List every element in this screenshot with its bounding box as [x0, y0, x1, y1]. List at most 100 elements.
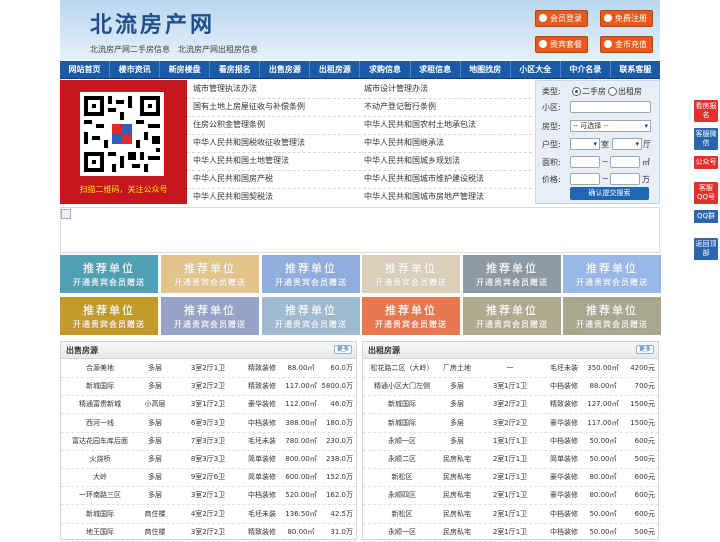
nav-sale[interactable]: 出售房源: [260, 61, 311, 78]
site-logo[interactable]: 北流房产网: [90, 7, 215, 39]
listing-community[interactable]: 新城国际: [369, 399, 435, 409]
listing-community[interactable]: 火烧桥: [67, 454, 133, 464]
login-button[interactable]: 会员登录: [535, 10, 588, 27]
law-link[interactable]: 中华人民共和国继承法: [364, 137, 444, 148]
listing-row[interactable]: 新城国际 多层 3室2厅2卫 精致装修 127.00㎡ 1500元: [363, 395, 658, 415]
law-link[interactable]: 住房公积金管理条例: [193, 119, 265, 130]
community-input[interactable]: [570, 101, 651, 113]
listing-row[interactable]: 西河一线 多层 6室3厅3卫 中档装修 388.00㎡ 180.0万: [61, 414, 356, 433]
listing-community[interactable]: 松花路二区（大岭）: [369, 363, 435, 373]
ad-tile[interactable]: 推荐单位 开通贵宾会员赠送: [563, 297, 661, 335]
register-button[interactable]: 免费注册: [600, 10, 653, 27]
rent-more-button[interactable]: 更多: [635, 345, 654, 354]
nav-map[interactable]: 地图找房: [461, 61, 511, 78]
listing-row[interactable]: 大岭 多层 9室2厅6卫 简单装修 600.00㎡ 152.0万: [61, 468, 356, 488]
law-link[interactable]: 中华人民共和国城市房地产管理法: [364, 191, 484, 202]
vip-package-button[interactable]: 贵宾套餐: [535, 36, 588, 53]
side-service-wechat[interactable]: 客服微信: [694, 128, 718, 150]
listing-community[interactable]: 永顺四区: [369, 490, 435, 500]
house-type-select[interactable]: -- 可选择 --: [570, 120, 651, 132]
ad-tile[interactable]: 推荐单位 开通贵宾会员赠送: [60, 255, 158, 293]
nav-home[interactable]: 网站首页: [60, 61, 111, 78]
ad-tile[interactable]: 推荐单位 开通贵宾会员赠送: [161, 297, 259, 335]
listing-row[interactable]: 富达花园车库后面 多层 7室3厅3卫 毛坯未装 780.00㎡ 230.0万: [61, 432, 356, 451]
listing-community[interactable]: 大岭: [67, 472, 133, 482]
listing-community[interactable]: 永顺一区: [369, 436, 435, 446]
listing-row[interactable]: 永顺二区 民房私宅 2室1厅1卫 简单装修 50.00㎡ 500元: [363, 450, 658, 469]
listing-row[interactable]: 永顺一区 民房私宅 2室1厅1卫 中档装修 50.00㎡ 500元: [363, 523, 658, 542]
listing-community[interactable]: 富达花园车库后面: [67, 436, 133, 446]
ad-tile[interactable]: 推荐单位 开通贵宾会员赠送: [262, 255, 360, 293]
listing-community[interactable]: 新城国际: [67, 509, 133, 519]
ad-tile[interactable]: 推荐单位 开通贵宾会员赠送: [161, 255, 259, 293]
listing-community[interactable]: 新城国际: [67, 381, 133, 391]
price-min-input[interactable]: [570, 173, 600, 185]
listing-row[interactable]: 合源美地 多层 3室2厅1卫 精致装修 88.00㎡ 60.0万: [61, 359, 356, 378]
law-link[interactable]: 中华人民共和国农村土地承包法: [364, 119, 476, 130]
listing-community[interactable]: 合源美地: [67, 363, 133, 373]
nav-viewing-signup[interactable]: 看房报名: [210, 61, 261, 78]
listing-row[interactable]: 永顺四区 民房私宅 2室1厅1卫 豪华装修 80.00㎡ 600元: [363, 486, 658, 506]
listing-row[interactable]: 永顺一区 多层 1室1厅1卫 中档装修 50.00㎡ 600元: [363, 432, 658, 451]
radio-second-hand[interactable]: [572, 87, 581, 96]
nav-agencies[interactable]: 中介名录: [561, 61, 611, 78]
side-qq-group[interactable]: QQ群: [694, 210, 718, 223]
law-link[interactable]: 城市管理执法办法: [193, 83, 257, 94]
law-link[interactable]: 中华人民共和国城市维护建设税法: [364, 173, 484, 184]
nav-contact[interactable]: 联系客服: [611, 61, 660, 78]
ad-tile[interactable]: 推荐单位 开通贵宾会员赠送: [463, 297, 561, 335]
side-viewing-signup[interactable]: 看房报名: [694, 100, 718, 122]
listing-community[interactable]: 精通富贵新城: [67, 399, 133, 409]
listing-community[interactable]: 永顺一区: [369, 527, 435, 537]
listing-community[interactable]: 新松区: [369, 472, 435, 482]
ad-tile[interactable]: 推荐单位 开通贵宾会员赠送: [563, 255, 661, 293]
law-link[interactable]: 中华人民共和国城乡规划法: [364, 155, 460, 166]
area-max-input[interactable]: [610, 156, 640, 168]
nav-wanted-rent[interactable]: 求租信息: [411, 61, 461, 78]
listing-row[interactable]: 新城国际 多层 3室2厅2卫 精致装修 117.00㎡ 5800.0万: [61, 377, 356, 397]
listing-row[interactable]: 一环南路三区 多层 3室2厅1卫 中档装修 520.00㎡ 162.0万: [61, 486, 356, 506]
law-link[interactable]: 中华人民共和国土地管理法: [193, 155, 289, 166]
listing-community[interactable]: 永顺二区: [369, 454, 435, 464]
listing-row[interactable]: 火烧桥 多层 8室3厅3卫 简单装修 800.00㎡ 238.0万: [61, 450, 356, 469]
nav-new-homes[interactable]: 新房楼盘: [160, 61, 211, 78]
ad-tile[interactable]: 推荐单位 开通贵宾会员赠送: [60, 297, 158, 335]
listing-row[interactable]: 精通小区大门左侧 多层 3室1厅1卫 中档装修 88.00㎡ 700元: [363, 377, 658, 397]
listing-row[interactable]: 新城国际 多层 3室2厅2卫 豪华装修 117.00㎡ 1500元: [363, 414, 658, 433]
side-back-to-top[interactable]: 返回顶部: [694, 238, 718, 260]
nav-rent[interactable]: 出租房源: [310, 61, 361, 78]
ad-tile[interactable]: 推荐单位 开通贵宾会员赠送: [362, 297, 460, 335]
listing-community[interactable]: 新松区: [369, 509, 435, 519]
side-official-account[interactable]: 公众号: [694, 156, 718, 169]
area-min-input[interactable]: [570, 156, 600, 168]
listing-community[interactable]: 西河一线: [67, 418, 133, 428]
listing-community[interactable]: 新城国际: [369, 418, 435, 428]
search-submit-button[interactable]: 确认提交搜索: [570, 187, 649, 200]
law-link[interactable]: 国有土地上房屋征收与补偿条例: [193, 101, 305, 112]
recharge-button[interactable]: 金币充值: [600, 36, 653, 53]
listing-row[interactable]: 精通富贵新城 小高层 3室1厅2卫 豪华装修 112.00㎡ 46.0万: [61, 395, 356, 415]
law-link[interactable]: 中华人民共和国房产税: [193, 173, 273, 184]
room-select[interactable]: [570, 138, 600, 150]
ad-tile[interactable]: 推荐单位 开通贵宾会员赠送: [463, 255, 561, 293]
listing-community[interactable]: 精通小区大门左侧: [369, 381, 435, 391]
listing-row[interactable]: 松花路二区（大岭） 厂房土地 一 毛坯未装 350.00㎡ 4200元: [363, 359, 658, 378]
nav-wanted-buy[interactable]: 求购信息: [360, 61, 411, 78]
listing-row[interactable]: 新城国际 商住楼 4室2厅2卫 毛坯未装 136.50㎡ 42.5万: [61, 505, 356, 524]
ad-tile[interactable]: 推荐单位 开通贵宾会员赠送: [262, 297, 360, 335]
listing-row[interactable]: 地王国际 商住楼 3室2厅2卫 精致装修 80.00㎡ 31.0万: [61, 523, 356, 542]
listing-row[interactable]: 新松区 民房私宅 2室1厅1卫 中档装修 50.00㎡ 600元: [363, 505, 658, 524]
listing-community[interactable]: 一环南路三区: [67, 490, 133, 500]
law-link[interactable]: 城市设计管理办法: [364, 83, 428, 94]
side-service-qq[interactable]: 客服QQ号: [694, 182, 718, 204]
hall-select[interactable]: [612, 138, 642, 150]
listing-row[interactable]: 新松区 民房私宅 2室1厅1卫 豪华装修 80.00㎡ 600元: [363, 468, 658, 488]
price-max-input[interactable]: [610, 173, 640, 185]
ad-tile[interactable]: 推荐单位 开通贵宾会员赠送: [362, 255, 460, 293]
banner-ad[interactable]: [60, 207, 660, 253]
nav-news[interactable]: 楼市资讯: [110, 61, 161, 78]
law-link[interactable]: 不动产登记暂行条例: [364, 101, 436, 112]
sale-more-button[interactable]: 更多: [333, 345, 352, 354]
radio-rent[interactable]: [608, 87, 617, 96]
law-link[interactable]: 中华人民共和国税收征收管理法: [193, 137, 305, 148]
